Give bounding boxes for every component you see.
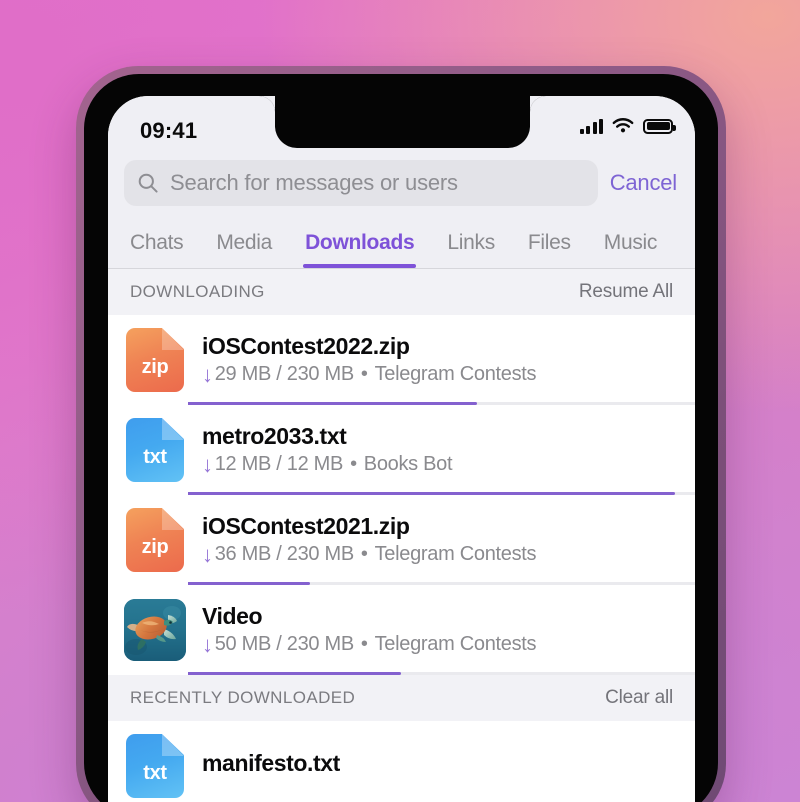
tab-music[interactable]: Music bbox=[604, 231, 658, 268]
video-thumbnail bbox=[124, 599, 186, 661]
download-size-text: 36 MB / 230 MB bbox=[214, 543, 355, 566]
separator-dot: • bbox=[360, 633, 368, 656]
tab-files[interactable]: Files bbox=[528, 231, 571, 268]
section-action-button[interactable]: Resume All bbox=[579, 281, 673, 303]
download-row[interactable]: txt metro2033.txt ↓ 12 MB / 12 MB • Books Bot bbox=[108, 405, 695, 495]
file-extension-label: zip bbox=[141, 356, 169, 378]
zip-file-icon: zip bbox=[122, 327, 188, 393]
tab-chats[interactable]: Chats bbox=[130, 231, 184, 268]
download-row-body: Video ↓ 50 MB / 230 MB • Telegram Contests bbox=[202, 604, 695, 657]
download-arrow-icon: ↓ bbox=[202, 361, 213, 387]
sea-turtle-art bbox=[124, 599, 186, 661]
download-status-line: ↓ 12 MB / 12 MB • Books Bot bbox=[202, 453, 685, 476]
download-row[interactable]: txt manifesto.txt bbox=[108, 721, 695, 802]
device-notch bbox=[275, 96, 530, 148]
tab-bar: Chats Media Downloads Links Files Music bbox=[108, 220, 695, 269]
download-arrow-icon: ↓ bbox=[202, 541, 213, 567]
download-size-text: 50 MB / 230 MB bbox=[214, 633, 355, 656]
tab-links[interactable]: Links bbox=[447, 231, 495, 268]
download-row[interactable]: Video ↓ 50 MB / 230 MB • Telegram Contests bbox=[108, 585, 695, 675]
download-row[interactable]: zip iOSContest2022.zip ↓ 29 MB / 230 MB • Tel… bbox=[108, 315, 695, 405]
separator-dot: • bbox=[360, 543, 368, 566]
file-name: metro2033.txt bbox=[202, 423, 347, 449]
search-header: Search for messages or users Cancel bbox=[108, 154, 695, 220]
download-arrow-icon: ↓ bbox=[202, 451, 213, 477]
txt-file-icon: txt bbox=[122, 417, 188, 483]
search-placeholder-text: Search for messages or users bbox=[170, 170, 458, 195]
file-extension-label: zip bbox=[141, 536, 169, 558]
download-source-text: Books Bot bbox=[363, 453, 453, 476]
tab-bar-divider bbox=[108, 268, 695, 269]
download-row[interactable]: zip iOSContest2021.zip ↓ 36 MB / 230 MB • Tel… bbox=[108, 495, 695, 585]
phone-screen: 09:41 Search for messages or users Cance… bbox=[108, 96, 695, 802]
download-progress-bar bbox=[188, 672, 695, 675]
wifi-icon bbox=[612, 118, 634, 133]
file-name: iOSContest2021.zip bbox=[202, 513, 410, 539]
tab-media[interactable]: Media bbox=[216, 231, 272, 268]
status-bar-indicators bbox=[579, 118, 676, 134]
separator-dot: • bbox=[360, 363, 368, 386]
file-name: manifesto.txt bbox=[202, 751, 340, 777]
download-arrow-icon: ↓ bbox=[202, 631, 213, 657]
cancel-button[interactable]: Cancel bbox=[610, 170, 679, 196]
section-title: DOWNLOADING bbox=[130, 282, 265, 301]
zip-file-icon: zip bbox=[122, 507, 188, 573]
download-source-text: Telegram Contests bbox=[374, 543, 537, 566]
separator-dot: • bbox=[350, 453, 357, 476]
download-row-body: metro2033.txt ↓ 12 MB / 12 MB • Books Bot bbox=[202, 424, 695, 477]
download-size-text: 12 MB / 12 MB bbox=[214, 453, 344, 476]
status-bar-time: 09:41 bbox=[140, 118, 198, 143]
video-thumbnail-sea-turtle bbox=[122, 597, 188, 663]
tab-downloads[interactable]: Downloads bbox=[303, 231, 417, 268]
section-action-button[interactable]: Clear all bbox=[605, 687, 673, 709]
section-title: RECENTLY DOWNLOADED bbox=[130, 688, 356, 707]
file-extension-label: txt bbox=[143, 446, 167, 468]
file-name: Video bbox=[202, 603, 263, 629]
download-size-text: 29 MB / 230 MB bbox=[214, 363, 355, 386]
file-extension-label: txt bbox=[143, 762, 167, 784]
file-name: iOSContest2022.zip bbox=[202, 333, 410, 359]
download-row-body: iOSContest2021.zip ↓ 36 MB / 230 MB • Telegr… bbox=[202, 514, 695, 567]
download-status-line: ↓ 29 MB / 230 MB • Telegram Contests bbox=[202, 363, 685, 386]
search-input[interactable]: Search for messages or users bbox=[124, 160, 598, 206]
search-icon bbox=[138, 173, 158, 193]
download-row-body: manifesto.txt bbox=[202, 751, 695, 781]
download-status-line: ↓ 50 MB / 230 MB • Telegram Contests bbox=[202, 633, 685, 656]
battery-full-icon bbox=[643, 118, 676, 134]
downloads-list: DOWNLOADING Resume All zip iOSContest2022.z… bbox=[108, 269, 695, 802]
download-source-text: Telegram Contests bbox=[374, 363, 537, 386]
download-row-body: iOSContest2022.zip ↓ 29 MB / 230 MB • Telegr… bbox=[202, 334, 695, 387]
cellular-bars-icon bbox=[579, 118, 603, 134]
download-source-text: Telegram Contests bbox=[374, 633, 537, 656]
txt-file-icon: txt bbox=[122, 733, 188, 799]
section-header-downloading: DOWNLOADING Resume All bbox=[108, 269, 695, 315]
tab-list[interactable]: Chats Media Downloads Links Files Music bbox=[108, 220, 695, 268]
download-status-line: ↓ 36 MB / 230 MB • Telegram Contests bbox=[202, 543, 685, 566]
section-header-recently-downloaded: RECENTLY DOWNLOADED Clear all bbox=[108, 675, 695, 721]
